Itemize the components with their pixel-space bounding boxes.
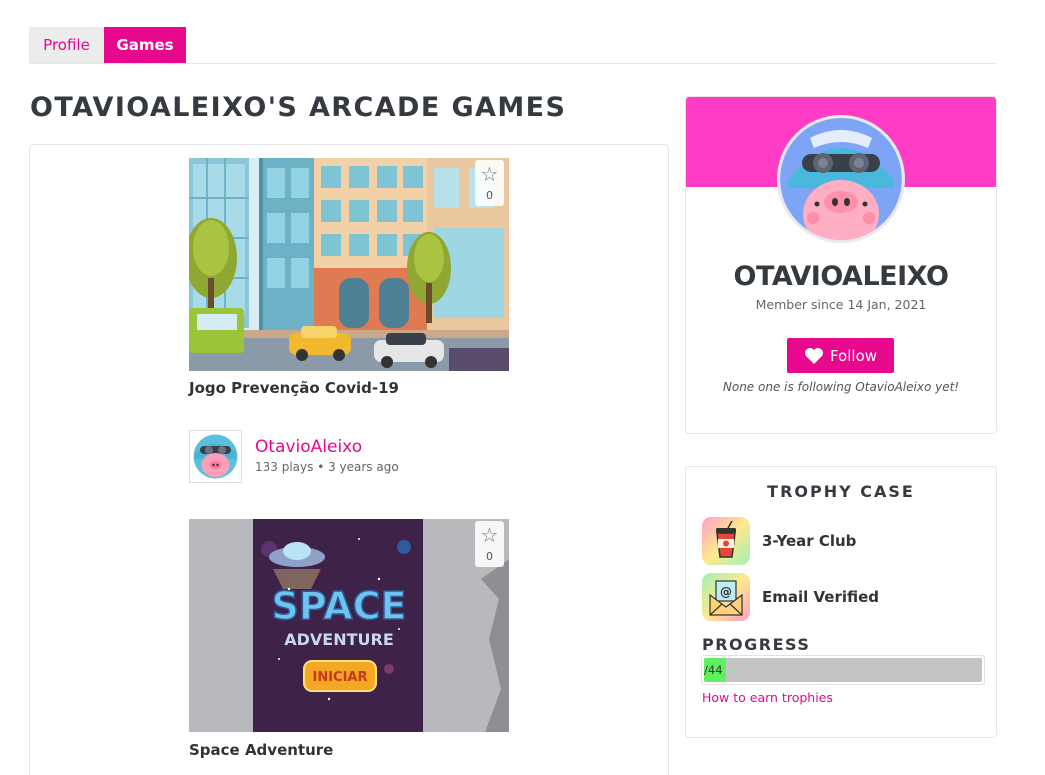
- follow-button[interactable]: Follow: [787, 338, 894, 373]
- game-title[interactable]: Jogo Prevenção Covid-19: [189, 379, 399, 397]
- trophy-case-title: TROPHY CASE: [767, 482, 915, 501]
- trophy-label: Email Verified: [762, 588, 880, 606]
- progress-bar: /44: [701, 655, 985, 685]
- how-to-earn-trophies-link[interactable]: How to earn trophies: [702, 690, 833, 705]
- city-street-illustration: [189, 158, 509, 371]
- favorite-button[interactable]: ☆ 0: [475, 160, 504, 206]
- progress-title: PROGRESS: [702, 635, 811, 654]
- page-title: OTAVIOALEIXO'S ARCADE GAMES: [30, 92, 567, 123]
- favorite-button[interactable]: ☆ 0: [475, 521, 504, 567]
- author-avatar[interactable]: [189, 430, 242, 483]
- follow-label: Follow: [829, 346, 878, 365]
- tab-bar: Profile Games: [29, 27, 997, 64]
- follow-note: None one is following OtavioAleixo yet!: [722, 380, 960, 394]
- author-meta: 133 plays • 3 years ago: [255, 460, 399, 474]
- heart-icon: [804, 347, 823, 364]
- profile-username: OTAVIOALEIXO: [733, 261, 949, 292]
- thumb-start-label: INICIAR: [312, 670, 367, 685]
- svg-text:@: @: [720, 585, 732, 599]
- tab-games[interactable]: Games: [104, 27, 186, 63]
- game-title[interactable]: Space Adventure: [189, 741, 333, 759]
- trophy-label: 3-Year Club: [762, 532, 857, 550]
- favorite-count: 0: [486, 189, 493, 202]
- coffee-cup-icon: [702, 517, 750, 565]
- trophy-3-year-club[interactable]: 3-Year Club: [702, 517, 856, 565]
- profile-card: OTAVIOALEIXO Member since 14 Jan, 2021 F…: [685, 96, 997, 434]
- profile-avatar: [777, 115, 905, 243]
- game-thumbnail-space[interactable]: SPACE ADVENTURE INICIAR: [189, 519, 509, 732]
- games-list: ☆ 0 Jogo Prevenção Covid-19 OtavioAleixo…: [29, 144, 669, 775]
- pig-avatar-icon: [193, 434, 238, 479]
- star-icon: ☆: [480, 162, 499, 186]
- trophy-case: TROPHY CASE 3-Year Club @ Email Verified…: [685, 466, 997, 738]
- star-icon: ☆: [480, 523, 499, 547]
- progress-text: /44: [704, 663, 723, 677]
- thumb-title-adventure: ADVENTURE: [284, 630, 394, 649]
- progress-track: /44: [704, 658, 982, 682]
- trophy-email-verified[interactable]: @ Email Verified: [702, 573, 879, 621]
- game-thumbnail-covid[interactable]: [189, 158, 509, 371]
- pig-avatar-icon: [780, 118, 902, 240]
- favorite-count: 0: [486, 550, 493, 563]
- member-since: Member since 14 Jan, 2021: [755, 297, 927, 312]
- envelope-icon: @: [702, 573, 750, 621]
- tab-profile[interactable]: Profile: [29, 27, 104, 63]
- space-adventure-illustration: SPACE ADVENTURE INICIAR: [189, 519, 509, 732]
- thumb-title-space: SPACE: [272, 584, 407, 628]
- author-name[interactable]: OtavioAleixo: [255, 437, 362, 457]
